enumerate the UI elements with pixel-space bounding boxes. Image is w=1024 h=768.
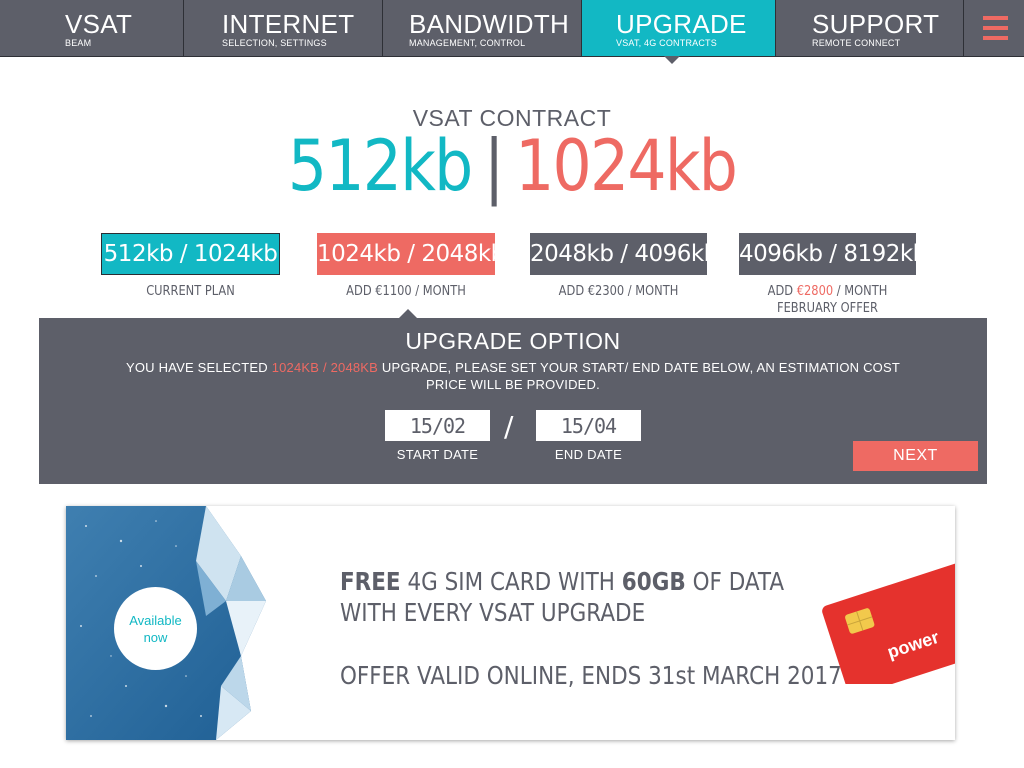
current-speed: 512kb bbox=[287, 125, 473, 207]
nav-bottom-border bbox=[0, 56, 1024, 57]
upgrade-description: YOU HAVE SELECTED 1024KB / 2048KB UPGRAD… bbox=[119, 359, 907, 393]
nav-item-subtitle: VSAT, 4G CONTRACTS bbox=[616, 38, 717, 48]
contract-speeds: 512kb | 1024kb bbox=[61, 126, 962, 206]
nav-item-subtitle: MANAGEMENT, CONTROL bbox=[409, 38, 526, 48]
badge-line-1: Available bbox=[129, 612, 182, 628]
selected-plan-highlight: 1024KB / 2048KB bbox=[271, 360, 379, 375]
promo-banner[interactable]: Available now FREE 4G SIM CARD WITH 60GB… bbox=[66, 506, 955, 740]
available-now-badge: Available now bbox=[114, 587, 197, 670]
offer-label: FEBRUARY OFFER bbox=[776, 301, 878, 316]
hamburger-icon[interactable] bbox=[983, 16, 1008, 41]
plan-button-current[interactable]: 512kb / 1024kb bbox=[101, 233, 280, 275]
nav-item-title: INTERNET bbox=[222, 9, 355, 39]
promo-gb: 60GB bbox=[621, 567, 686, 596]
next-button[interactable]: NEXT bbox=[853, 441, 978, 471]
plan-caption: ADD €1100 / MONTH bbox=[346, 284, 466, 299]
promo-headline: FREE 4G SIM CARD WITH 60GB OF DATA WITH … bbox=[340, 566, 784, 628]
promo-line-2: WITH EVERY VSAT UPGRADE bbox=[340, 598, 646, 627]
upgrade-title: UPGRADE OPTION bbox=[405, 328, 621, 354]
plan-button-2048[interactable]: 2048kb / 4096kb bbox=[530, 233, 718, 275]
plan-caption-prefix: ADD bbox=[767, 284, 797, 299]
offer-price: €2800 bbox=[796, 284, 834, 299]
nav-divider bbox=[775, 0, 776, 56]
speed-separator: | bbox=[483, 125, 505, 207]
nav-item-bandwidth[interactable]: BANDWIDTH MANAGEMENT, CONTROL bbox=[409, 0, 574, 56]
nav-active-caret bbox=[664, 56, 680, 64]
plan-caption-suffix: / MONTH bbox=[833, 284, 888, 299]
upgrade-text-start: YOU HAVE SELECTED bbox=[126, 360, 272, 375]
promo-mid: 4G SIM CARD WITH bbox=[400, 567, 622, 596]
start-date-input[interactable] bbox=[385, 410, 490, 441]
upgrade-text-end: UPGRADE, PLEASE SET YOUR START/ END DATE… bbox=[378, 360, 900, 392]
plan-caption-offer: ADD €2800 / MONTH FEBRUARY OFFER bbox=[750, 283, 906, 317]
plan-button-4096[interactable]: 4096kb / 8192kb bbox=[739, 233, 927, 275]
plan-caption: ADD €2300 / MONTH bbox=[558, 284, 679, 299]
promo-free: FREE bbox=[340, 567, 401, 596]
end-date-label: END DATE bbox=[554, 447, 623, 462]
nav-divider bbox=[382, 0, 383, 56]
start-date-label: START DATE bbox=[396, 447, 479, 462]
nav-item-subtitle: SELECTION, SETTINGS bbox=[222, 38, 327, 48]
nav-item-title: UPGRADE bbox=[616, 9, 747, 39]
sim-card-image: power bbox=[822, 556, 955, 684]
offer-validity: OFFER VALID ONLINE, ENDS 31st MARCH 2017 bbox=[340, 661, 842, 690]
upgrade-panel: UPGRADE OPTION YOU HAVE SELECTED 1024KB … bbox=[39, 318, 987, 484]
nav-divider bbox=[963, 0, 964, 56]
nav-item-upgrade[interactable]: UPGRADE VSAT, 4G CONTRACTS bbox=[616, 0, 766, 56]
nav-item-subtitle: BEAM bbox=[65, 38, 92, 48]
new-speed: 1024kb bbox=[515, 125, 738, 207]
nav-item-internet[interactable]: INTERNET SELECTION, SETTINGS bbox=[222, 0, 372, 56]
badge-line-2: now bbox=[143, 629, 168, 645]
nav-divider bbox=[183, 0, 184, 56]
nav-item-subtitle: REMOTE CONNECT bbox=[812, 38, 901, 48]
plan-button-1024[interactable]: 1024kb / 2048kb bbox=[317, 233, 505, 275]
end-date-input[interactable] bbox=[536, 410, 641, 441]
date-separator: / bbox=[504, 410, 514, 443]
promo-end: OF DATA bbox=[685, 567, 785, 596]
plan-caption: CURRENT PLAN bbox=[146, 284, 235, 299]
nav-item-support[interactable]: SUPPORT REMOTE CONNECT bbox=[812, 0, 952, 56]
nav-item-vsat[interactable]: VSAT BEAM bbox=[65, 0, 165, 56]
nav-item-title: VSAT bbox=[65, 9, 133, 39]
nav-divider bbox=[581, 0, 582, 56]
top-nav: VSAT BEAM INTERNET SELECTION, SETTINGS B… bbox=[0, 0, 1024, 57]
nav-item-title: SUPPORT bbox=[812, 9, 940, 39]
nav-item-title: BANDWIDTH bbox=[409, 9, 570, 39]
